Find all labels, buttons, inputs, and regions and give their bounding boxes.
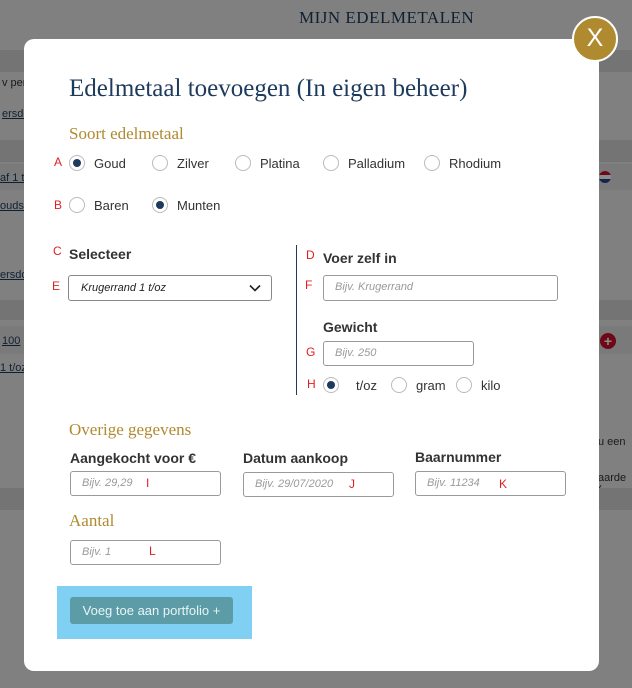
custom-name-placeholder: Bijv. Krugerrand [335,281,414,293]
radio-kilo[interactable]: kilo [456,377,501,393]
radio-dot-checked [152,197,168,213]
radio-dot [391,377,407,393]
overige-gegevens-heading: Overige gegevens [69,420,192,439]
radio-zilver[interactable]: Zilver [152,155,209,171]
marker-c: C [53,244,62,258]
radio-gram[interactable]: gram [391,377,446,393]
quantity-input[interactable]: Bijv. 1 [70,540,221,565]
purchase-date-placeholder: Bijv. 29/07/2020 [255,478,334,490]
radio-rhodium[interactable]: Rhodium [424,155,501,171]
bar-number-input[interactable]: Bijv. 11234 [415,471,566,496]
radio-label: Platina [260,155,300,171]
close-button[interactable]: X [572,16,618,62]
radio-dot [69,197,85,213]
radio-dot [323,155,339,171]
radio-label: Zilver [177,155,209,171]
radio-label: kilo [481,377,501,393]
radio-label: gram [416,377,446,393]
add-metal-modal: Edelmetaal toevoegen (In eigen beheer) S… [24,39,599,671]
marker-j: J [349,477,355,491]
marker-k: K [499,477,508,491]
radio-label: Munten [177,197,221,213]
radio-palladium[interactable]: Palladium [323,155,405,171]
radio-dot [235,155,251,171]
aantal-heading: Aantal [69,511,115,530]
radio-munten[interactable]: Munten [152,197,220,213]
weight-input[interactable]: Bijv. 250 [323,341,474,366]
close-label: X [586,24,604,52]
radio-label: Goud [94,155,126,171]
radio-dot [424,155,440,171]
radio-baren[interactable]: Baren [69,197,129,213]
marker-g: G [306,345,316,359]
custom-name-input[interactable]: Bijv. Krugerrand [323,275,558,301]
quantity-placeholder: Bijv. 1 [82,546,112,558]
radio-label: Rhodium [449,155,502,171]
marker-h: H [307,377,316,391]
coin-select-value: Krugerrand 1 t/oz [81,282,166,294]
radio-label: Baren [94,197,129,213]
radio-label: t/oz [356,377,377,393]
gewicht-label: Gewicht [323,319,378,335]
soort-edelmetaal-heading: Soort edelmetaal [69,124,184,143]
weight-placeholder: Bijv. 250 [335,347,377,359]
marker-a: A [54,155,63,169]
baarnummer-label: Baarnummer [415,449,502,465]
radio-goud[interactable]: Goud [69,155,126,171]
radio-dot-checked [323,377,339,393]
modal-title: Edelmetaal toevoegen (In eigen beheer) [69,75,468,102]
radio-toz[interactable]: t/oz [323,377,377,393]
marker-l: L [149,544,156,558]
purchase-date-input[interactable]: Bijv. 29/07/2020 [243,472,394,497]
purchase-price-placeholder: Bijv. 29,29 [82,477,133,489]
add-to-portfolio-button[interactable]: Voeg toe aan portfolio + [70,597,233,624]
radio-dot-checked [69,155,85,171]
selecteer-label: Selecteer [69,246,132,262]
radio-platina[interactable]: Platina [235,155,300,171]
marker-f: F [305,278,313,292]
bar-number-placeholder: Bijv. 11234 [427,477,480,489]
radio-dot [456,377,472,393]
marker-d: D [306,248,315,262]
column-divider [296,245,297,395]
marker-b: B [54,198,63,212]
marker-e: E [52,279,61,293]
marker-i: I [146,476,150,490]
radio-label: Palladium [348,155,406,171]
datum-label: Datum aankoop [243,450,349,466]
coin-select[interactable]: Krugerrand 1 t/oz [68,275,272,301]
voer-zelf-in-label: Voer zelf in [323,250,397,266]
chevron-down-icon [249,284,261,292]
radio-dot [152,155,168,171]
aangekocht-label: Aangekocht voor € [70,450,197,466]
